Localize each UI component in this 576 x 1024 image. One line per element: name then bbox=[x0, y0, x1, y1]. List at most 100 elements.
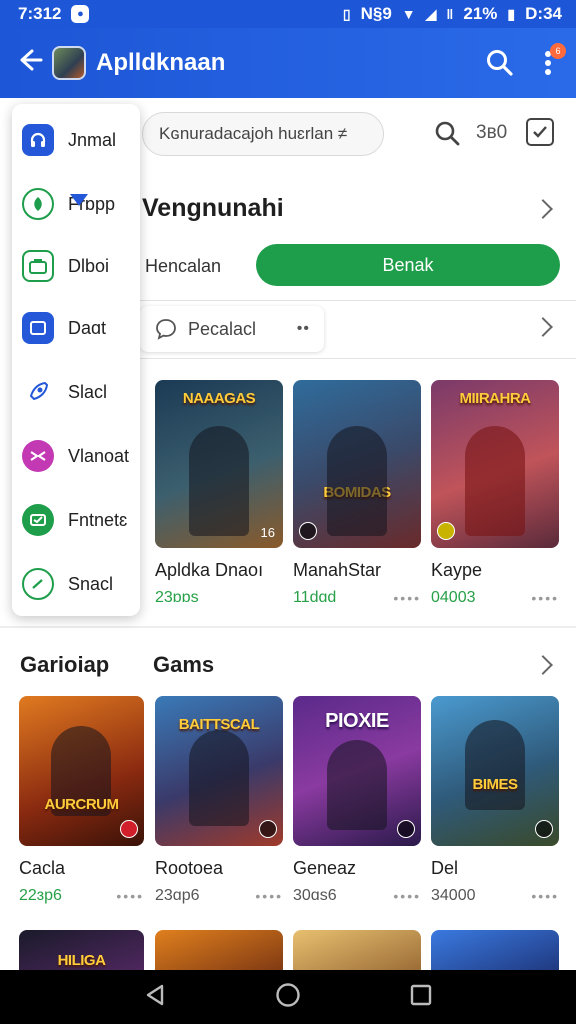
divider bbox=[140, 358, 576, 359]
game-card[interactable]: HILIGA bbox=[19, 930, 144, 970]
status-network-text: N§9 bbox=[360, 4, 392, 23]
more-dots-icon[interactable]: •••• bbox=[255, 888, 283, 904]
status-bar: 7:312 ● ▯ N§9 ▼ ◢ ‖ 21% ▮ D:34 bbox=[0, 0, 576, 28]
game-meta: 23ɑp6 •••• bbox=[155, 887, 283, 905]
badge-icon bbox=[437, 522, 455, 540]
menu-item[interactable]: Snacl bbox=[22, 562, 140, 606]
segment-tab-left[interactable]: Hencalan bbox=[145, 256, 221, 277]
nav-back-icon[interactable] bbox=[144, 983, 166, 1012]
badge-icon bbox=[299, 522, 317, 540]
menu-item-label: Daɑt bbox=[68, 317, 107, 338]
chevron-right-icon[interactable] bbox=[533, 199, 553, 219]
filter-chip[interactable]: Pecalacl •• bbox=[140, 306, 324, 352]
vibrate-icon: ▯ bbox=[342, 5, 351, 22]
game-thumbnail[interactable]: PIOXIE bbox=[293, 696, 421, 846]
leaf-icon bbox=[22, 188, 54, 220]
messenger-icon: ● bbox=[71, 5, 90, 23]
rocket-icon bbox=[22, 376, 54, 408]
nav-home-icon[interactable] bbox=[275, 982, 301, 1013]
signal-bars-icon: ‖ bbox=[446, 6, 454, 22]
game-card[interactable]: NAAAGAS 16 Apldka Dnaoı 23ɒɒs bbox=[155, 380, 283, 607]
game-character bbox=[327, 740, 387, 830]
search-icon[interactable] bbox=[482, 45, 518, 81]
game-card[interactable] bbox=[431, 930, 559, 970]
game-character bbox=[189, 426, 249, 536]
main-content[interactable]: Kɢnuradacajoh huɛrlan ≠ 3ʙ0 Vengnunahi H… bbox=[0, 98, 576, 970]
game-stat: 23ɒɒs bbox=[155, 589, 199, 606]
menu-item-label: Slacl bbox=[68, 381, 108, 402]
more-dots-icon[interactable]: •••• bbox=[393, 888, 421, 904]
search-input[interactable]: Kɢnuradacajoh huɛrlan ≠ bbox=[142, 112, 384, 156]
game-thumbnail[interactable] bbox=[155, 930, 283, 970]
section-separator bbox=[0, 626, 576, 628]
more-dots-icon[interactable]: •••• bbox=[531, 590, 559, 606]
menu-item[interactable]: Frɒpp bbox=[22, 182, 140, 226]
badge-icon bbox=[259, 820, 277, 838]
chevron-right-icon[interactable] bbox=[533, 317, 553, 337]
game-name: ManahStar bbox=[293, 560, 382, 580]
menu-item[interactable]: Slacl bbox=[22, 370, 140, 414]
chat-bubble-icon bbox=[156, 319, 176, 340]
game-card[interactable]: MIIRAHRA Kaype 04003 •••• bbox=[431, 380, 559, 607]
menu-item[interactable]: Fntnetɛ bbox=[22, 498, 140, 542]
game-card[interactable]: BIMES Del 34000 •••• bbox=[431, 696, 559, 905]
game-thumbnail[interactable]: MIIRAHRA bbox=[431, 380, 559, 548]
gauge-icon bbox=[22, 568, 54, 600]
controller-icon bbox=[22, 440, 54, 472]
more-dots-icon[interactable]: •••• bbox=[116, 888, 144, 904]
nav-recents-icon[interactable] bbox=[410, 984, 432, 1011]
status-clock: D:34 bbox=[525, 4, 562, 23]
game-name: Del bbox=[431, 858, 459, 878]
game-character bbox=[465, 720, 525, 810]
game-card[interactable]: BOMIDAS ManahStar 11dɑd •••• bbox=[293, 380, 421, 607]
game-stat: 34000 bbox=[431, 887, 476, 904]
game-banner-text: BIMES bbox=[472, 776, 518, 793]
section-title: Vengnunahi bbox=[142, 194, 284, 222]
game-thumbnail[interactable]: AURCRUM bbox=[19, 696, 144, 846]
battery-icon: ▮ bbox=[507, 5, 516, 22]
game-thumbnail[interactable] bbox=[293, 930, 421, 970]
status-time: 7:312 bbox=[18, 4, 62, 23]
game-stat: 30ɑs6 bbox=[293, 887, 337, 904]
search-icon[interactable] bbox=[434, 120, 462, 148]
game-stat: 22ɜp6 bbox=[19, 887, 62, 904]
ticket-icon bbox=[22, 504, 54, 536]
game-card[interactable]: PIOXIE Geneaz 30ɑs6 •••• bbox=[293, 696, 421, 905]
checkbox-icon[interactable] bbox=[526, 118, 554, 146]
menu-item[interactable]: Vlanoat bbox=[22, 434, 140, 478]
game-card[interactable]: BAITTSCAL Rootoea 23ɑp6 •••• bbox=[155, 696, 283, 905]
more-dots-icon[interactable]: •••• bbox=[531, 888, 559, 904]
menu-item[interactable]: Dlboi bbox=[22, 244, 140, 288]
game-thumbnail[interactable]: HILIGA bbox=[19, 930, 144, 970]
game-banner-text: AURCRUM bbox=[44, 796, 120, 813]
game-card[interactable] bbox=[155, 930, 283, 970]
game-name: Geneaz bbox=[293, 858, 357, 878]
game-card[interactable]: AURCRUM Cacla 22ɜp6 •••• bbox=[19, 696, 144, 905]
chevron-right-icon[interactable] bbox=[533, 655, 553, 675]
battery-percent: 21% bbox=[463, 4, 498, 23]
dropdown-menu: Jnmal Frɒpp Dlboi Daɑt Slacl Vlanoat Fnt… bbox=[12, 104, 140, 616]
more-dots-icon[interactable]: •• bbox=[297, 320, 310, 338]
menu-item-label: Vlanoat bbox=[68, 445, 130, 466]
screen-icon bbox=[22, 312, 54, 344]
more-options-icon[interactable]: 6 bbox=[536, 43, 566, 81]
app-bar: Aplldknaan 6 bbox=[0, 28, 576, 98]
more-dots-icon[interactable]: •••• bbox=[393, 590, 421, 606]
game-thumbnail[interactable] bbox=[431, 930, 559, 970]
game-name: Apldka Dnaoı bbox=[155, 560, 264, 580]
back-arrow-icon[interactable] bbox=[16, 46, 46, 80]
game-thumbnail[interactable]: BAITTSCAL bbox=[155, 696, 283, 846]
result-count: 3ʙ0 bbox=[476, 122, 508, 143]
segment-tab-right[interactable]: Benak bbox=[256, 244, 560, 286]
game-thumbnail[interactable]: NAAAGAS 16 bbox=[155, 380, 283, 548]
game-thumbnail[interactable]: BOMIDAS bbox=[293, 380, 421, 548]
section-label: Garioiap bbox=[20, 652, 110, 677]
game-banner-text: MIIRAHRA bbox=[459, 390, 532, 407]
game-thumbnail[interactable]: BIMES bbox=[431, 696, 559, 846]
menu-item[interactable]: Daɑt bbox=[22, 306, 140, 350]
menu-item[interactable]: Jnmal bbox=[22, 118, 140, 162]
game-banner-text: NAAAGAS bbox=[182, 390, 256, 407]
game-meta: 22ɜp6 •••• bbox=[19, 887, 144, 905]
game-card[interactable] bbox=[293, 930, 421, 970]
menu-item-label: Dlboi bbox=[68, 255, 110, 276]
